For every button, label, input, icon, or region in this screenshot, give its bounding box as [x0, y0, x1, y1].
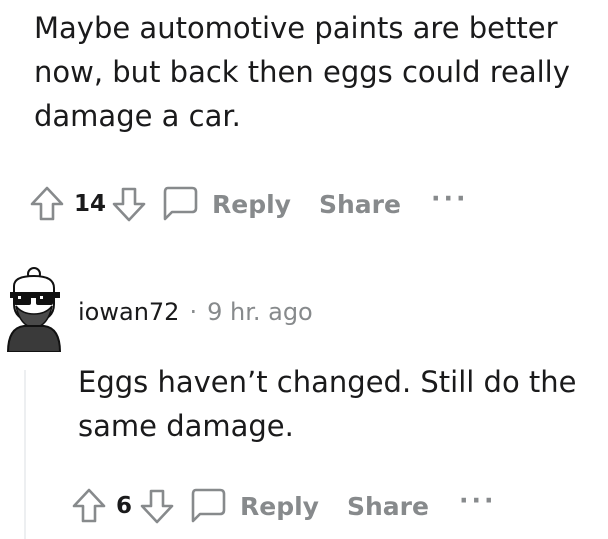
- thread-collapse-line[interactable]: [24, 370, 26, 539]
- share-button[interactable]: Share: [347, 492, 429, 521]
- reply-meta: iowan72 · 9 hr. ago: [78, 298, 313, 326]
- share-button[interactable]: Share: [319, 190, 401, 219]
- upvote-button[interactable]: [30, 186, 64, 222]
- upvote-arrow-icon: [30, 186, 64, 221]
- parent-comment-body: Maybe automotive paints are better now, …: [34, 6, 594, 138]
- parent-comment-actions: 14 Reply Share ···: [30, 184, 468, 224]
- reply-label: Reply: [240, 491, 319, 521]
- meta-separator: ·: [189, 298, 198, 326]
- downvote-button[interactable]: [140, 488, 174, 524]
- reply-label: Reply: [212, 189, 291, 219]
- timestamp-link[interactable]: 9 hr. ago: [207, 298, 313, 326]
- reply-comment-line-1: Eggs haven’t changed. Still do the: [78, 365, 577, 399]
- upvote-button[interactable]: [72, 488, 106, 524]
- vote-count: 6: [116, 493, 133, 519]
- more-options-button[interactable]: ···: [431, 184, 469, 213]
- downvote-button[interactable]: [112, 186, 146, 222]
- reply-comment-line-2: same damage.: [78, 409, 294, 443]
- more-options-button[interactable]: ···: [459, 486, 497, 515]
- reply-comment-actions: 6 Reply Share ···: [72, 486, 496, 526]
- parent-comment-line-2: now, but back then eggs could really: [34, 55, 570, 89]
- reply-button[interactable]: Reply: [160, 184, 291, 224]
- downvote-arrow-icon: [112, 187, 146, 222]
- speech-bubble-icon: [163, 186, 198, 221]
- parent-comment-line-1: Maybe automotive paints are better: [34, 11, 558, 45]
- downvote-arrow-icon: [140, 489, 174, 524]
- vote-count: 14: [74, 191, 107, 217]
- reply-button[interactable]: Reply: [188, 486, 319, 526]
- upvote-arrow-icon: [72, 488, 106, 523]
- user-avatar[interactable]: [0, 264, 66, 352]
- parent-comment-line-3: damage a car.: [34, 99, 241, 133]
- speech-bubble-icon: [191, 488, 226, 523]
- reply-comment-body: Eggs haven’t changed. Still do the same …: [78, 360, 598, 448]
- username-link[interactable]: iowan72: [78, 298, 179, 326]
